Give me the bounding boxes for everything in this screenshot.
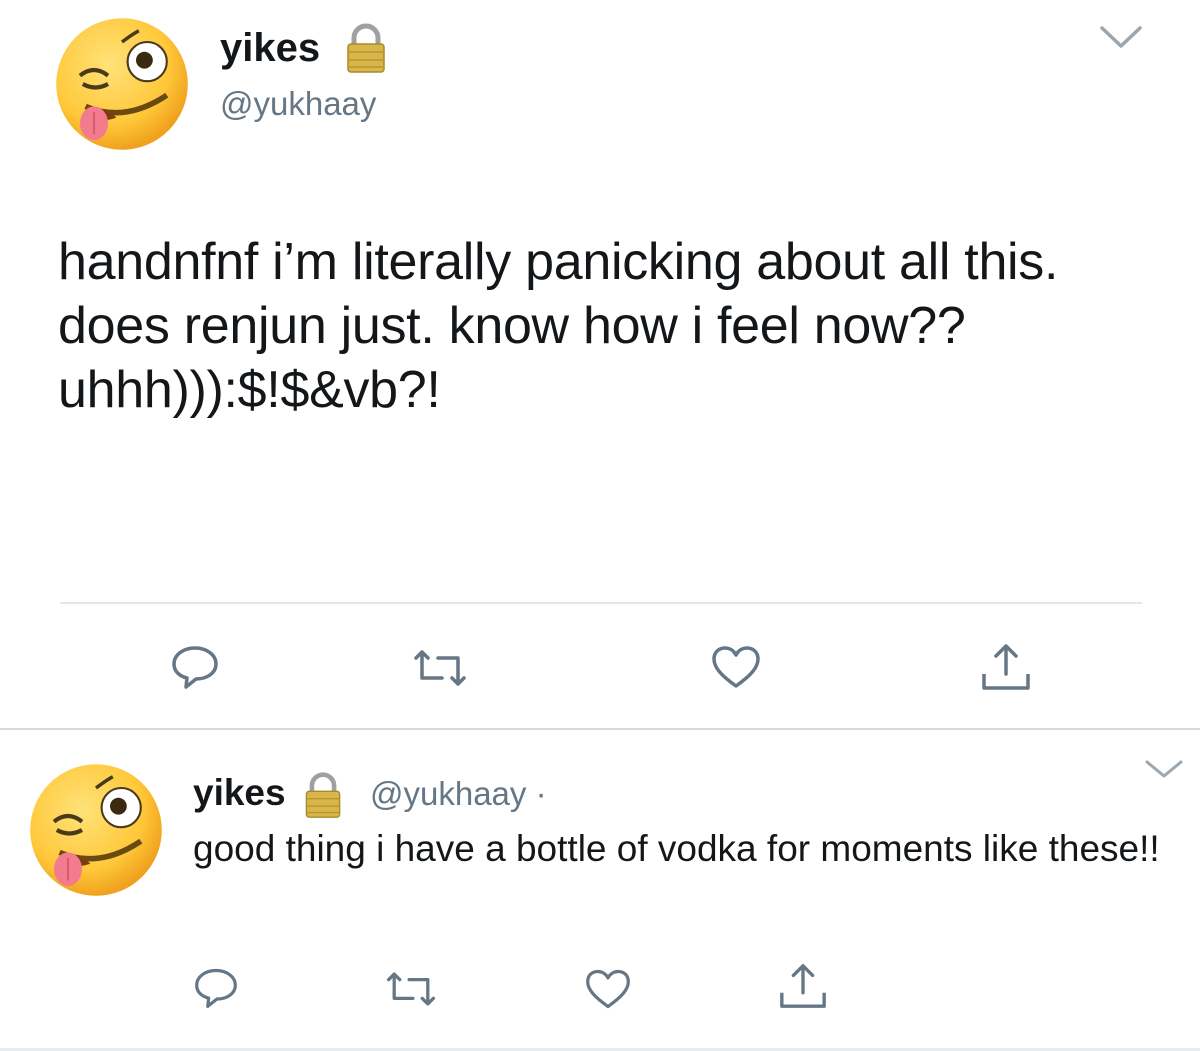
retweet-icon[interactable] [410, 648, 470, 688]
share-icon[interactable] [980, 640, 1032, 694]
avatar[interactable] [52, 14, 192, 154]
avatar[interactable] [26, 760, 166, 900]
lock-icon [344, 22, 388, 74]
user-handle[interactable]: @yukhaay · [370, 772, 547, 816]
display-name[interactable]: yikes [220, 24, 320, 72]
share-icon[interactable] [778, 960, 828, 1012]
display-name[interactable]: yikes [193, 770, 286, 816]
chevron-down-icon[interactable] [1143, 758, 1185, 782]
reply-icon[interactable] [193, 966, 239, 1010]
divider [60, 602, 1142, 604]
reply-icon[interactable] [170, 644, 220, 690]
tweet-separator [0, 728, 1200, 730]
user-handle[interactable]: @yukhaay [220, 84, 376, 124]
chevron-down-icon[interactable] [1098, 22, 1144, 52]
tweet-text: good thing i have a bottle of vodka for … [193, 828, 1160, 869]
retweet-icon[interactable] [383, 970, 439, 1008]
like-icon[interactable] [584, 967, 632, 1011]
tweet-text: handnfnf i’m literally panicking about a… [58, 233, 1059, 419]
like-icon[interactable] [710, 644, 762, 690]
lock-icon [301, 771, 345, 819]
